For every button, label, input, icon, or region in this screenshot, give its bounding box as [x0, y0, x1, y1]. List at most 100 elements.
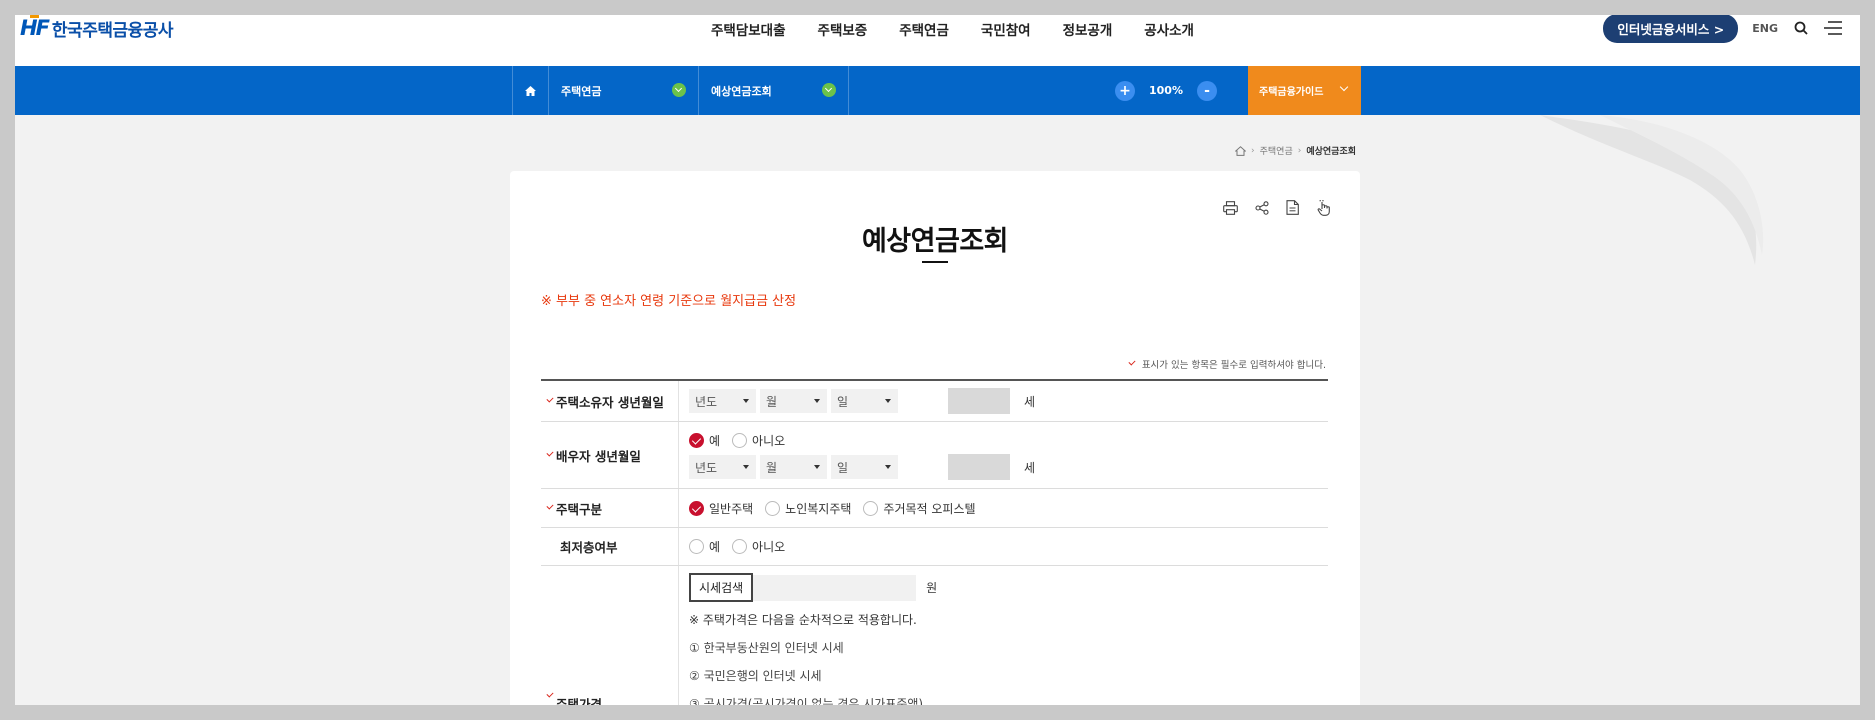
zoom-out-button[interactable]: -: [1196, 80, 1217, 101]
depth2-label: 예상연금조회: [711, 84, 772, 98]
menu-icon[interactable]: [1824, 19, 1842, 37]
radio-unchecked-icon: [732, 433, 748, 448]
owner-birth-label-text: 주택소유자 생년월일: [556, 394, 664, 410]
spouse-age-field[interactable]: [948, 454, 1010, 480]
global-nav: 주택담보대출 주택보증 주택연금 국민참여 정보공개 공사소개: [695, 19, 1210, 39]
spouse-age-unit: 세: [1024, 460, 1036, 475]
home-icon: [525, 85, 536, 96]
radio-unchecked-icon: [765, 500, 781, 516]
radio-unchecked-icon: [732, 539, 748, 554]
spouse-yes-radio[interactable]: 예: [689, 432, 720, 449]
lowest-floor-no-radio[interactable]: 아니오: [732, 538, 785, 555]
spouse-radio-group: 예 아니오: [689, 432, 1318, 449]
depth2-dropdown[interactable]: 예상연금조회: [699, 66, 849, 115]
lowest-floor-yes-radio[interactable]: 예: [689, 538, 720, 555]
owner-birth-month-select[interactable]: 월: [760, 389, 827, 413]
home-icon[interactable]: [1235, 145, 1246, 156]
page-tools: [1222, 199, 1332, 216]
title-underline: [922, 261, 948, 263]
house-type-fields: 일반주택 노인복지주택 주거목적 오피스텔: [679, 489, 1328, 527]
house-type-label-text: 주택구분: [556, 501, 603, 517]
required-check-icon: [546, 395, 554, 403]
house-type-general-radio[interactable]: 일반주택: [689, 500, 753, 517]
gnb-item-about[interactable]: 공사소개: [1128, 19, 1210, 39]
lowest-floor-fields: 예 아니오: [679, 528, 1328, 565]
form-row-owner-birth: 주택소유자 생년월일 년도 월 일 세: [541, 381, 1328, 422]
document-icon[interactable]: [1284, 199, 1301, 216]
spouse-no-radio[interactable]: 아니오: [732, 432, 785, 449]
pension-estimate-form: 주택소유자 생년월일 년도 월 일 세 배우자 생년월일 예 아니오 년도 월 …: [541, 379, 1328, 705]
depth1-dropdown[interactable]: 주택연금: [549, 66, 699, 115]
chevron-down-icon: [822, 83, 836, 97]
house-price-label-text: 주택가격: [556, 697, 603, 705]
search-icon[interactable]: [1792, 19, 1810, 37]
required-check-icon: [1128, 358, 1136, 366]
gnb-item-participation[interactable]: 국민참여: [965, 19, 1047, 39]
internet-service-button[interactable]: 인터넷금융서비스 >: [1603, 15, 1739, 43]
owner-birth-label: 주택소유자 생년월일: [541, 381, 679, 421]
house-price-fields: 시세검색 원 ※ 주택가격은 다음을 순차적으로 적용합니다. ① 한국부동산원…: [679, 566, 1328, 705]
zoom-in-button[interactable]: +: [1115, 80, 1135, 101]
housing-finance-guide-button[interactable]: 주택금융가이드: [1248, 66, 1361, 115]
spouse-birth-year-select[interactable]: 년도: [689, 455, 756, 479]
house-price-note: ※ 주택가격은 다음을 순차적으로 적용합니다.: [689, 613, 917, 627]
share-icon[interactable]: [1253, 199, 1270, 216]
breadcrumb-separator: ›: [1251, 145, 1255, 156]
zoom-level: 100%: [1149, 84, 1183, 97]
house-type-senior-welfare-radio[interactable]: 노인복지주택: [765, 500, 851, 517]
logo-mark: HF: [20, 15, 50, 40]
required-field-note: 표시가 있는 항목은 필수로 입력하셔야 합니다.: [1128, 357, 1326, 371]
required-check-icon: [546, 690, 554, 698]
required-check-icon: [546, 449, 554, 457]
site-header: HF 한국주택금융공사 주택담보대출 주택보증 주택연금 국민참여 정보공개 공…: [15, 15, 1860, 66]
breadcrumb-current: 예상연금조회: [1306, 147, 1357, 157]
gnb-item-disclosure[interactable]: 정보공개: [1047, 19, 1129, 39]
logo-text: 한국주택금융공사: [51, 20, 174, 41]
price-search-button[interactable]: 시세검색: [689, 573, 754, 602]
radio-checked-icon: [689, 433, 704, 448]
depth1-label: 주택연금: [561, 84, 602, 98]
owner-age-field[interactable]: [948, 388, 1010, 414]
lowest-floor-label: 최저층여부: [541, 528, 679, 565]
breadcrumb-item[interactable]: 주택연금: [1260, 144, 1293, 157]
house-type-senior-welfare-label: 노인복지주택: [785, 501, 852, 516]
radio-checked-icon: [689, 500, 704, 516]
owner-birth-year-select[interactable]: 년도: [689, 389, 756, 413]
owner-birth-day-select[interactable]: 일: [831, 389, 898, 413]
form-row-lowest-floor: 최저층여부 예 아니오: [541, 528, 1328, 566]
house-type-label: 주택구분: [541, 489, 679, 527]
spouse-birth-month-select[interactable]: 월: [760, 455, 827, 479]
house-price-input[interactable]: [753, 574, 917, 601]
gnb-item-mortgage[interactable]: 주택담보대출: [695, 19, 802, 39]
site-logo[interactable]: HF 한국주택금융공사: [20, 15, 174, 41]
spouse-birth-fields: 예 아니오 년도 월 일 세: [679, 422, 1328, 488]
house-price-source-item: ③ 공시가격(공시가격이 없는 경우 시가표준액): [689, 697, 924, 705]
owner-age-unit: 세: [1024, 394, 1036, 409]
background-ribbon-decoration: [1540, 115, 1764, 265]
header-utilities: 인터넷금융서비스 > ENG: [1603, 15, 1842, 43]
gnb-item-pension[interactable]: 주택연금: [883, 19, 965, 39]
spouse-birth-selects: 년도 월 일 세: [689, 454, 1318, 480]
spouse-birth-day-select[interactable]: 일: [831, 455, 898, 479]
breadcrumb: › 주택연금 › 예상연금조회: [1235, 144, 1356, 157]
lowest-floor-yes-label: 예: [709, 540, 721, 554]
guide-label: 주택금융가이드: [1259, 87, 1324, 98]
house-type-officetel-label: 주거목적 오피스텔: [883, 501, 976, 516]
print-icon[interactable]: [1222, 199, 1239, 216]
house-price-unit: 원: [926, 581, 938, 595]
touch-hand-icon[interactable]: [1315, 199, 1332, 216]
radio-unchecked-icon: [863, 500, 879, 516]
gnb-item-guarantee[interactable]: 주택보증: [802, 19, 884, 39]
english-link[interactable]: ENG: [1752, 22, 1778, 35]
breadcrumb-separator: ›: [1297, 145, 1302, 156]
spouse-birth-label: 배우자 생년월일: [541, 422, 679, 488]
required-note-text: 표시가 있는 항목은 필수로 입력하셔야 합니다.: [1141, 360, 1326, 371]
required-check-icon: [546, 502, 554, 510]
house-type-officetel-radio[interactable]: 주거목적 오피스텔: [863, 500, 976, 517]
home-button[interactable]: [512, 66, 549, 115]
house-price-search-line: 시세검색 원: [689, 573, 1318, 602]
content-card: 예상연금조회 ※ 부부 중 연소자 연령 기준으로 월지급금 산정 표시가 있는…: [510, 171, 1360, 705]
owner-birth-selects: 년도 월 일 세: [689, 388, 1035, 414]
page-title: 예상연금조회: [861, 226, 1009, 257]
chevron-down-icon: [1339, 82, 1349, 92]
